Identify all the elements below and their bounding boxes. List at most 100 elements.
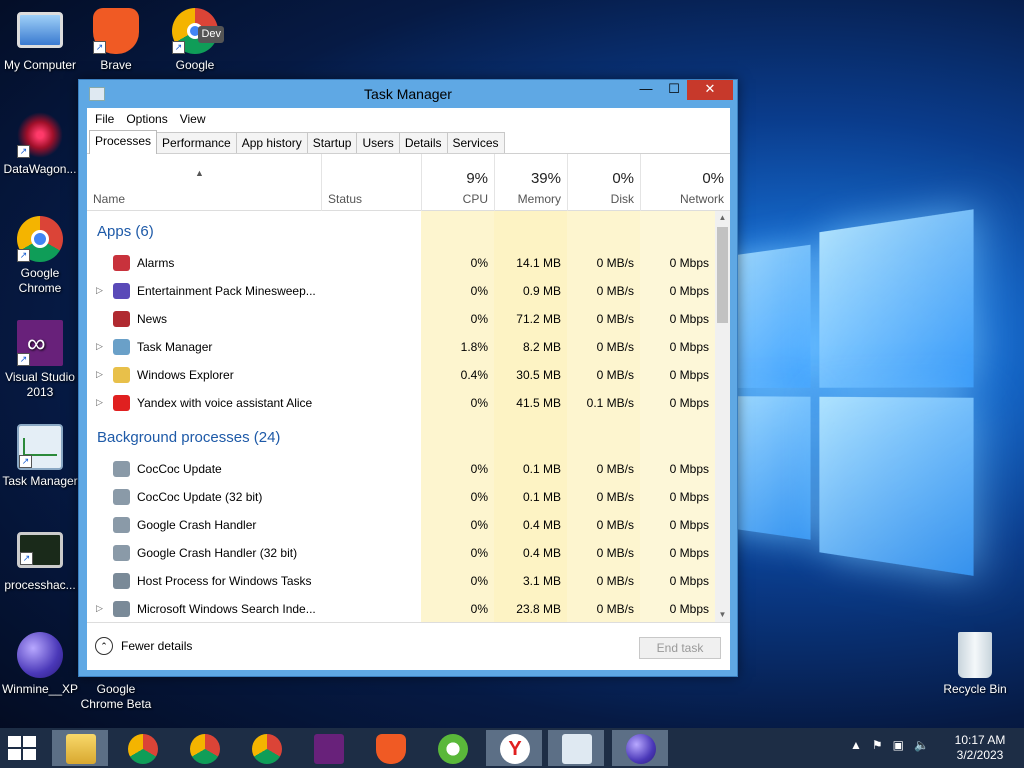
process-row[interactable]: ▷ Entertainment Pack Minesweep... 0% 0.9 MB… [87,277,715,305]
process-name: Yandex with voice assistant Alice [137,396,313,410]
expand-chevron-icon[interactable]: ▷ [96,285,103,296]
process-cpu: 0% [470,518,488,532]
process-row[interactable]: News 0% 71.2 MB 0 MB/s 0 Mbps [87,305,715,333]
minimize-button[interactable]: — [633,80,659,100]
taskbar-yandex[interactable]: Y [486,730,542,766]
vertical-scrollbar[interactable]: ▲ ▼ [715,211,730,622]
end-task-button[interactable]: End task [639,637,721,659]
tab-processes[interactable]: Processes [89,130,158,154]
taskbar-chrome-beta[interactable] [176,730,232,766]
process-row[interactable]: ▷ Yandex with voice assistant Alice 0% 41.5… [87,389,715,417]
desktop-icon-task-manager[interactable]: ↗ Task Manager [0,424,80,489]
column-header-status[interactable]: Status [321,154,421,211]
clock-date: 3/2/2023 [956,748,1004,762]
menu-options[interactable]: Options [126,112,167,126]
column-header-network[interactable]: 0% Network [640,154,730,211]
chrome-dev-icon: Dev ↗ [172,8,224,54]
process-row[interactable]: Alarms 0% 14.1 MB 0 MB/s 0 Mbps [87,249,715,277]
process-cpu: 0% [470,490,488,504]
network-icon[interactable]: ▣ [893,738,904,752]
menu-file[interactable]: File [95,112,114,126]
desktop-icon-label: Winmine__XP [1,682,79,696]
computer-icon [17,12,63,48]
scroll-down-icon[interactable]: ▼ [715,608,730,622]
tab-users[interactable]: Users [356,132,400,153]
tab-app-history[interactable]: App history [235,132,308,153]
taskbar-chrome-dev[interactable] [238,730,294,766]
desktop-icon-label: Google Chrome [18,266,62,295]
column-label: CPU [462,192,488,206]
taskbar-brave[interactable] [362,730,418,766]
column-label: Name [93,192,126,206]
expand-chevron-icon[interactable]: ▷ [96,341,103,352]
process-row[interactable]: Google Crash Handler 0% 0.4 MB 0 MB/s 0 Mbps [87,511,715,539]
expand-chevron-icon[interactable]: ▷ [96,397,103,408]
tab-services[interactable]: Services [446,132,505,153]
process-network: 0 Mbps [669,462,709,476]
tab-performance[interactable]: Performance [156,132,237,153]
tab-startup[interactable]: Startup [306,132,358,153]
process-row[interactable]: Host Process for Windows Tasks 0% 3.1 MB 0 … [87,567,715,595]
process-name: Google Crash Handler [137,518,257,532]
clock[interactable]: 10:17 AM 3/2/2023 [950,733,1010,763]
desktop-icon-my-computer[interactable]: My Computer [0,8,80,73]
process-memory: 23.8 MB [516,602,561,616]
process-table: ▲ Name Status 9% CPU 39% Memory 0% Disk [87,154,730,622]
expand-chevron-icon[interactable]: ▷ [96,369,103,380]
host-process-icon [113,573,130,589]
desktop-icon-google-dev[interactable]: Dev ↗ Google [155,8,235,73]
taskbar-coccoc[interactable] [424,730,480,766]
process-name: News [137,312,168,326]
process-row[interactable]: Google Crash Handler (32 bit) 0% 0.4 MB 0 M… [87,539,715,567]
desktop-icon-google-chrome[interactable]: ↗ Google Chrome [0,216,80,296]
process-disk: 0 MB/s [596,546,634,560]
process-disk: 0 MB/s [596,340,634,354]
tab-details[interactable]: Details [398,132,448,153]
scroll-up-icon[interactable]: ▲ [715,211,730,225]
task-manager-window[interactable]: Task Manager — ☐ ✕ File Options View Pro… [78,79,738,677]
show-hidden-icons-icon[interactable]: ▲ [850,738,862,752]
desktop-icon-brave[interactable]: ↗ Brave [76,8,156,73]
process-row[interactable]: ▷ Task Manager 1.8% 8.2 MB 0 MB/s 0 Mbps [87,333,715,361]
taskbar-visual-studio[interactable] [300,730,356,766]
desktop-icon-winmine[interactable]: Winmine__XP [0,632,80,697]
column-header-cpu[interactable]: 9% CPU [421,154,494,211]
column-header-disk[interactable]: 0% Disk [567,154,640,211]
start-button[interactable] [8,736,38,762]
column-header-name[interactable]: ▲ Name [87,154,321,211]
flag-icon[interactable]: ⚑ [872,738,883,752]
process-memory: 0.1 MB [522,490,561,504]
process-memory: 3.1 MB [522,574,561,588]
title-bar[interactable]: Task Manager — ☐ ✕ [79,80,737,108]
taskbar-task-manager[interactable] [548,730,604,766]
volume-icon[interactable]: 🔈 [914,738,929,752]
desktop-icon-datawagon[interactable]: ↗ DataWagon... [0,112,80,177]
fewer-details-button[interactable]: ⌃ Fewer details [95,637,192,655]
scroll-thumb[interactable] [717,227,728,323]
process-row[interactable]: CocCoc Update 0% 0.1 MB 0 MB/s 0 Mbps [87,455,715,483]
expand-chevron-icon[interactable]: ▷ [96,603,103,614]
group-header-apps: Apps (6) [97,223,154,240]
desktop-icon-processhacker[interactable]: ↗ processhac... [0,528,80,593]
process-row[interactable]: ▷ Microsoft Windows Search Inde... 0% 23.8 … [87,595,715,622]
desktop-icon-label: Visual Studio 2013 [5,370,75,399]
taskbar-file-explorer[interactable] [52,730,108,766]
desktop-icon-visual-studio[interactable]: ∞ ↗ Visual Studio 2013 [0,320,80,400]
process-network: 0 Mbps [669,256,709,270]
column-label: Network [679,192,724,206]
column-header-memory[interactable]: 39% Memory [494,154,567,211]
desktop-icon-label: processhac... [4,578,76,592]
process-name: Host Process for Windows Tasks [137,574,312,588]
desktop-icon-recycle-bin[interactable]: Recycle Bin [935,632,1015,697]
mine-icon [626,734,656,764]
desktop-icon-google-chrome-beta[interactable]: Google Chrome Beta [76,682,156,712]
folder-icon [113,367,130,383]
menu-view[interactable]: View [180,112,206,126]
process-row[interactable]: CocCoc Update (32 bit) 0% 0.1 MB 0 MB/s 0 Mb… [87,483,715,511]
process-row[interactable]: ▷ Windows Explorer 0.4% 30.5 MB 0 MB/s 0 Mbps [87,361,715,389]
close-button[interactable]: ✕ [687,80,733,100]
maximize-button[interactable]: ☐ [661,80,687,100]
taskbar-minesweeper[interactable] [612,730,668,766]
process-disk: 0.1 MB/s [586,396,634,410]
taskbar-chrome[interactable] [114,730,170,766]
